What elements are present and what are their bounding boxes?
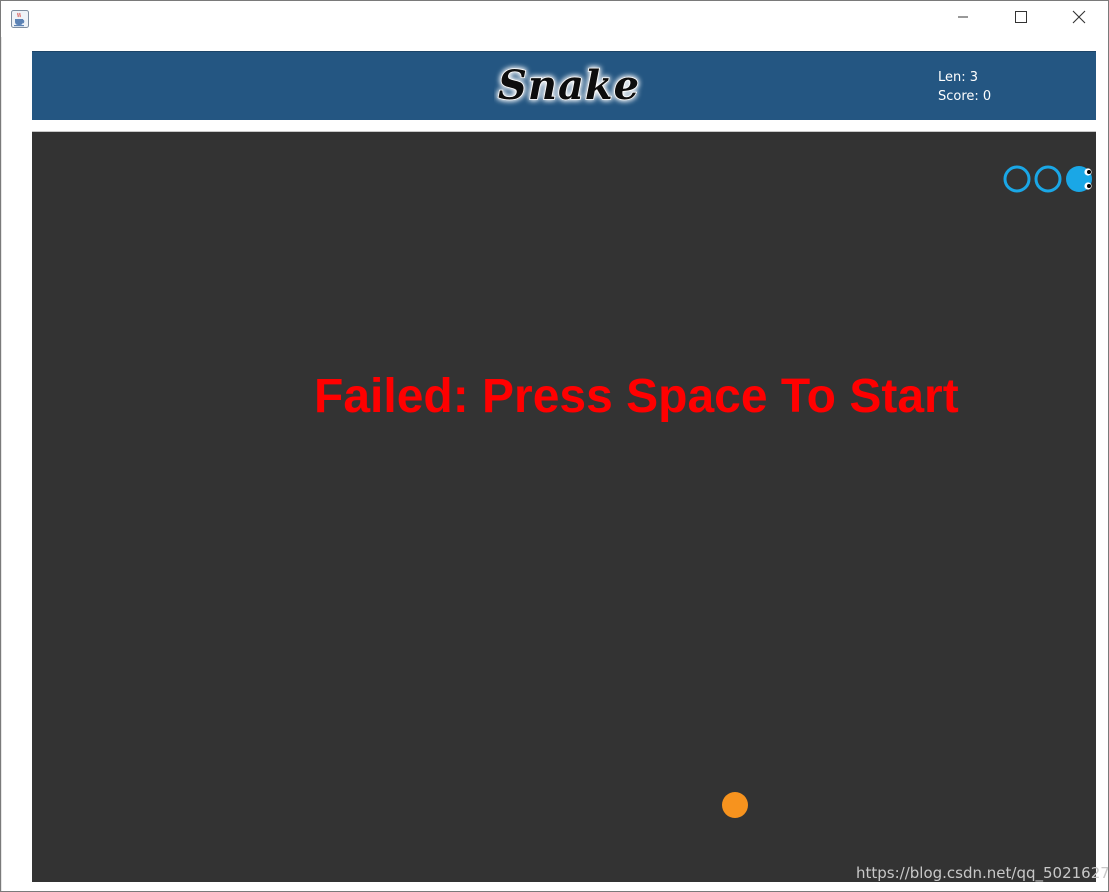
maximize-icon [1015,10,1027,28]
close-button[interactable] [1050,1,1108,37]
title-bar[interactable] [1,1,1108,37]
food-pellet [722,792,748,818]
minimize-button[interactable] [934,1,992,37]
game-over-message: Failed: Press Space To Start [314,370,959,423]
game-header: Snake Len: 3 Score: 0 [32,51,1096,120]
snake [1003,165,1092,193]
snake-body-segment [1003,165,1031,193]
maximize-button[interactable] [992,1,1050,37]
snake-head [1066,166,1092,192]
stats-panel: Len: 3 Score: 0 [938,68,991,106]
score-label: Score: 0 [938,89,992,104]
window-edge [1,37,2,891]
close-icon [1072,10,1086,29]
application-window: Snake Len: 3 Score: 0 Failed: Press Spac… [0,0,1109,892]
java-cup-icon[interactable] [11,10,29,28]
length-label: Len: 3 [938,70,979,85]
snake-body-segment [1034,165,1062,193]
logo-text: Snake [498,62,640,109]
snake-logo: Snake [497,61,640,110]
watermark: https://blog.csdn.net/qq_50216270 [856,864,1109,882]
minimize-icon [957,10,969,28]
game-board[interactable]: Failed: Press Space To Start [32,131,1096,882]
